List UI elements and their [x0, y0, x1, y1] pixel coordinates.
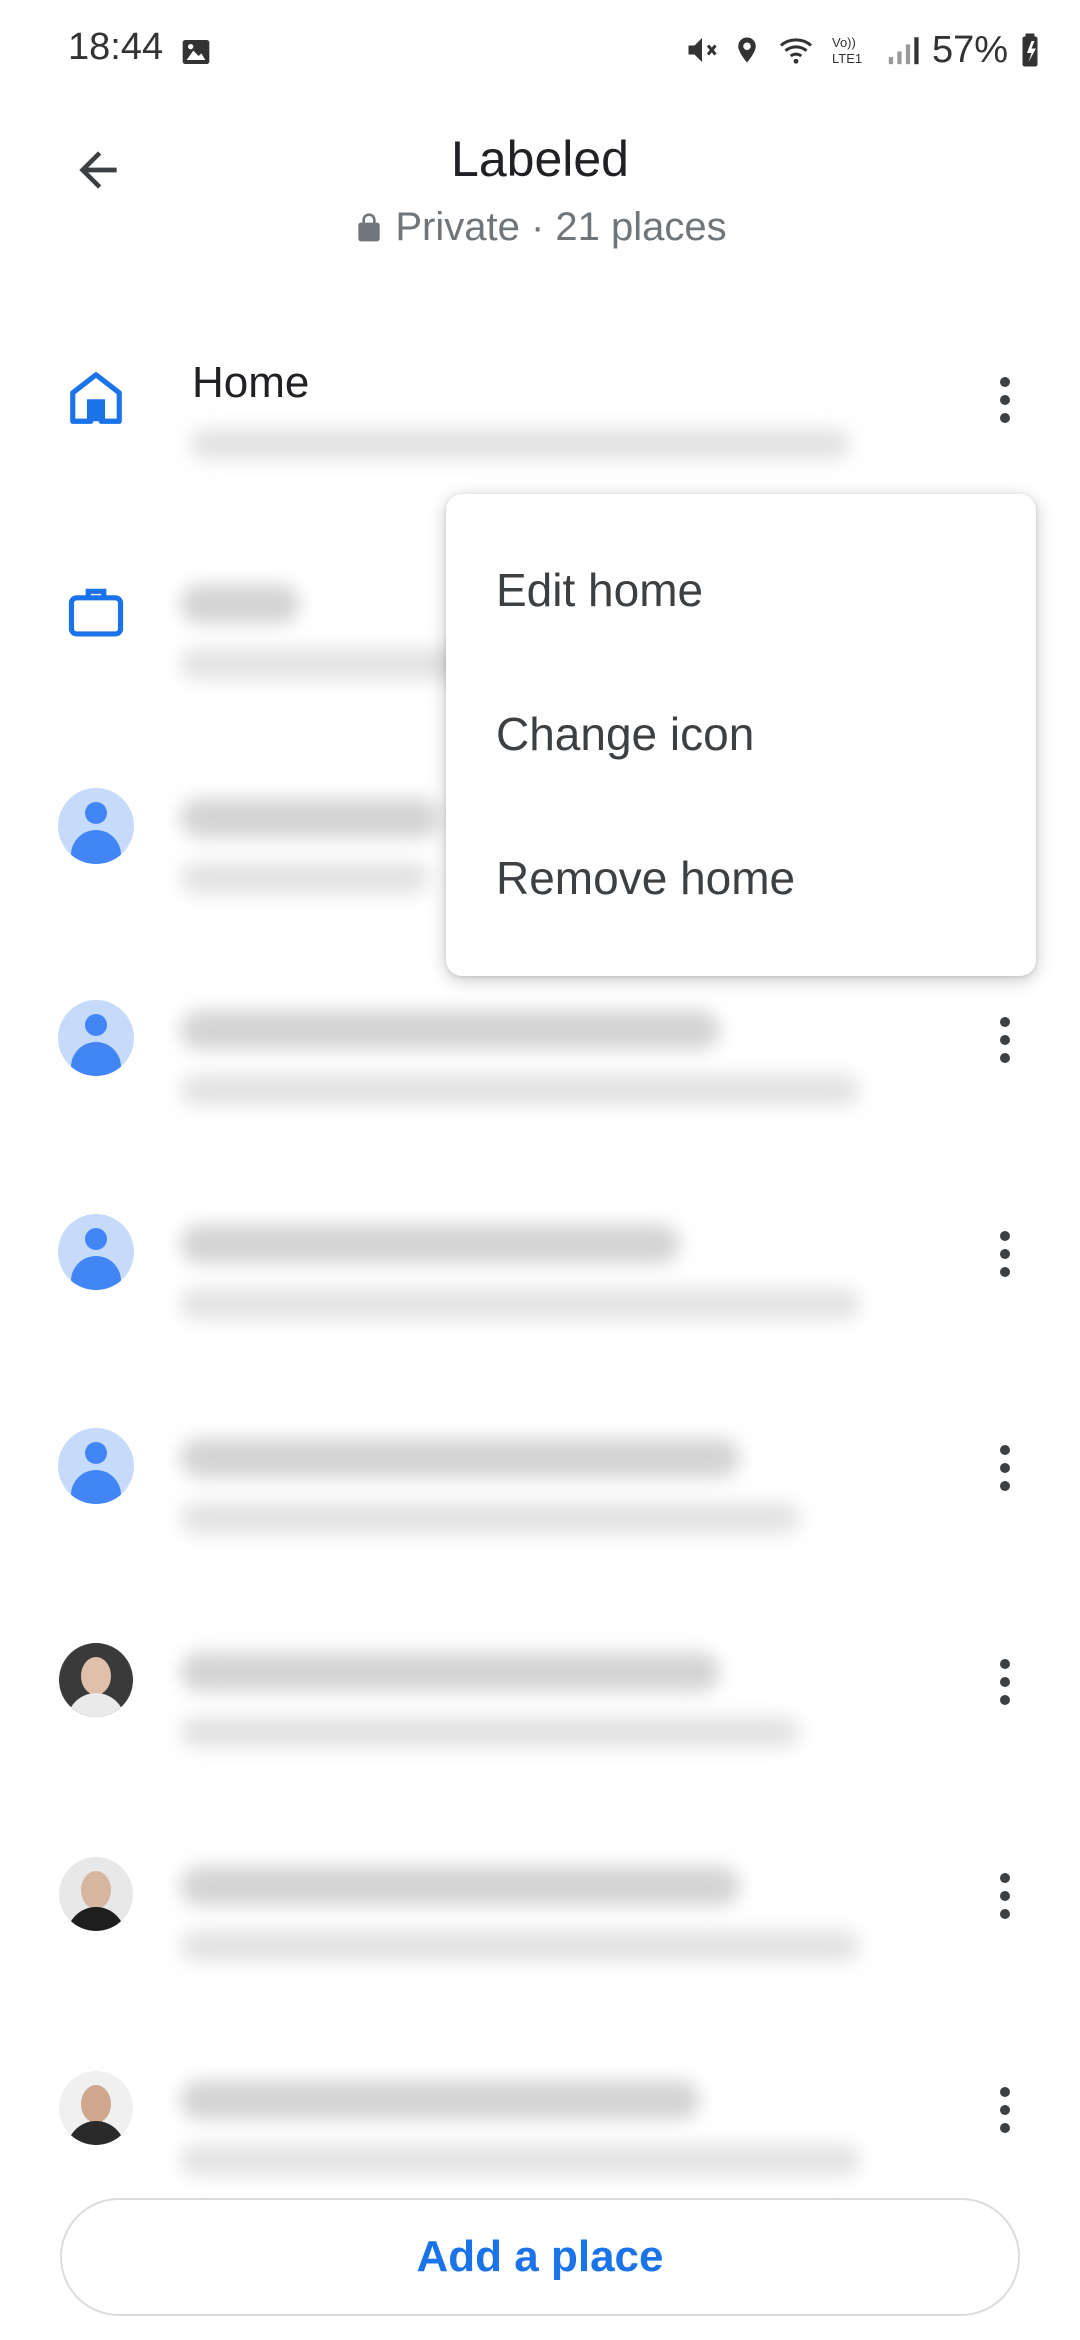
more-options-button[interactable] — [970, 2070, 1040, 2150]
more-options-button[interactable] — [970, 1428, 1040, 1508]
wifi-icon — [779, 38, 812, 64]
work-briefcase-icon — [68, 588, 124, 637]
contact-title-redacted — [180, 798, 440, 838]
person-avatar-icon — [58, 788, 134, 864]
more-vert-icon — [1000, 1231, 1010, 1277]
mute-icon — [688, 38, 717, 62]
list-item-contact[interactable] — [0, 1592, 1080, 1792]
home-icon — [70, 372, 122, 424]
svg-text:LTE1: LTE1 — [832, 51, 862, 66]
more-options-button[interactable] — [970, 1214, 1040, 1294]
subtitle-text: Private · 21 places — [395, 205, 727, 249]
more-vert-icon — [1000, 1659, 1010, 1705]
status-time: 18:44 — [68, 26, 164, 68]
menu-item-change-icon[interactable]: Change icon — [446, 664, 1036, 804]
home-title: Home — [192, 358, 310, 407]
contact-title-redacted — [180, 1866, 740, 1906]
contact-address-redacted — [180, 2144, 860, 2176]
location-icon — [738, 37, 756, 63]
more-options-button[interactable] — [970, 360, 1040, 440]
contact-address-redacted — [180, 1716, 800, 1748]
list-item-contact[interactable] — [0, 1378, 1080, 1578]
status-bar: 18:44 Vo)) LTE1 57% — [0, 0, 1080, 100]
work-address-redacted — [180, 648, 470, 680]
list-item-contact[interactable] — [0, 950, 1080, 1150]
contact-address-redacted — [180, 1930, 860, 1962]
volte-icon: Vo)) LTE1 — [832, 35, 862, 66]
status-icons: Vo)) LTE1 57% — [684, 24, 1040, 76]
battery-percent: 57% — [931, 28, 1008, 71]
more-vert-icon — [1000, 2087, 1010, 2133]
person-avatar-icon — [58, 1000, 134, 1076]
menu-item-edit-home[interactable]: Edit home — [446, 520, 1036, 660]
contact-photo-avatar — [59, 1857, 133, 1931]
person-avatar-icon — [58, 1428, 134, 1504]
contact-title-redacted — [180, 1010, 720, 1050]
more-options-button[interactable] — [970, 1000, 1040, 1080]
list-item-home[interactable]: Home — [0, 310, 1080, 510]
contact-title-redacted — [180, 2080, 700, 2120]
svg-text:Vo)): Vo)) — [832, 35, 856, 50]
contact-address-redacted — [180, 862, 430, 894]
list-item-contact[interactable] — [0, 1806, 1080, 2006]
signal-icon — [888, 37, 919, 65]
more-options-button[interactable] — [970, 1642, 1040, 1722]
contact-photo-avatar — [59, 2071, 133, 2145]
battery-icon — [1022, 33, 1038, 67]
list-item-contact[interactable] — [0, 2020, 1080, 2220]
contact-address-redacted — [180, 1288, 860, 1320]
image-icon — [182, 40, 210, 64]
lock-icon — [358, 212, 381, 241]
person-avatar-icon — [58, 1214, 134, 1290]
add-place-button[interactable]: Add a place — [60, 2198, 1020, 2316]
page-title: Labeled — [451, 131, 629, 187]
contact-address-redacted — [180, 1074, 860, 1106]
more-vert-icon — [1000, 1445, 1010, 1491]
contact-title-redacted — [180, 1224, 680, 1264]
contact-photo-avatar — [59, 1643, 133, 1717]
page-subtitle: Private · 21 places — [0, 205, 1080, 250]
menu-item-remove-home[interactable]: Remove home — [446, 808, 1036, 948]
work-title-redacted — [180, 584, 300, 624]
home-address-redacted — [190, 428, 850, 460]
contact-title-redacted — [180, 1438, 740, 1478]
contact-address-redacted — [180, 1502, 800, 1534]
more-vert-icon — [1000, 1017, 1010, 1063]
contact-title-redacted — [180, 1652, 720, 1692]
more-options-button[interactable] — [970, 1856, 1040, 1936]
more-vert-icon — [1000, 1873, 1010, 1919]
overflow-menu: Edit home Change icon Remove home — [446, 494, 1036, 976]
list-item-contact[interactable] — [0, 1164, 1080, 1364]
more-vert-icon — [1000, 377, 1010, 423]
